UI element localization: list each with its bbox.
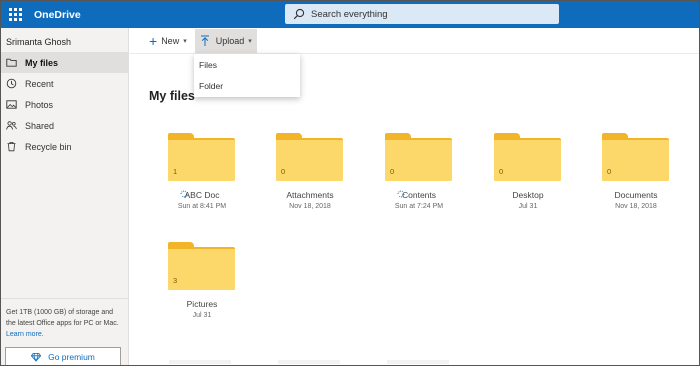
folder-tile-contents[interactable]: 0 Contents Sun at 7:24 PM: [372, 133, 476, 221]
folder-date: Sun at 7:24 PM: [394, 203, 444, 210]
loading-placeholder: [169, 360, 231, 364]
photo-icon: [5, 99, 17, 111]
top-bar: OneDrive: [1, 1, 699, 28]
storage-text: Get 1TB (1000 GB) of storage and the lat…: [6, 309, 119, 327]
chevron-down-icon: ▾: [248, 37, 252, 45]
item-count: 0: [607, 167, 612, 176]
folder-icon: 3: [168, 242, 235, 290]
upload-label: Upload: [215, 35, 245, 46]
search-box[interactable]: [285, 4, 559, 24]
upload-menu: Files Folder: [194, 54, 300, 97]
item-count: 0: [499, 167, 504, 176]
trash-icon: [5, 141, 17, 153]
search-icon: [293, 8, 305, 20]
go-premium-label: Go premium: [48, 351, 95, 362]
folder-name: ABC Doc: [184, 190, 220, 200]
folder-icon: 0: [494, 133, 561, 181]
loading-placeholder: [278, 360, 340, 364]
folder-name: Pictures: [186, 299, 218, 309]
people-icon: [5, 120, 17, 132]
folder-name: Desktop: [512, 190, 544, 200]
sidebar-item-label: Photos: [25, 99, 54, 110]
item-count: 1: [173, 167, 178, 176]
clock-icon: [5, 78, 17, 90]
storage-promo: Get 1TB (1000 GB) of storage and the lat…: [1, 298, 128, 340]
new-label: New: [161, 35, 180, 46]
folder-icon: [5, 57, 17, 69]
page-title: My files: [149, 89, 195, 103]
sidebar-item-recent[interactable]: Recent: [1, 73, 128, 94]
search-input[interactable]: [311, 8, 551, 20]
folder-tile-attachments[interactable]: 0 Attachments Nov 18, 2018: [263, 133, 367, 221]
sidebar: Srimanta Ghosh My files Recent Photos Sh…: [1, 28, 129, 365]
sidebar-item-label: My files: [25, 57, 59, 68]
folder-icon: 0: [602, 133, 669, 181]
onedrive-window: OneDrive Srimanta Ghosh My files Recent: [0, 0, 700, 366]
menu-item-files[interactable]: Files: [194, 54, 300, 75]
folder-date: Nov 18, 2018: [289, 203, 331, 210]
folder-date: Sun at 8:41 PM: [177, 203, 227, 210]
app-launcher-icon[interactable]: [5, 5, 25, 25]
folder-date: Jul 31: [192, 312, 212, 319]
upload-button[interactable]: Upload ▾: [194, 28, 257, 53]
sidebar-item-photos[interactable]: Photos: [1, 94, 128, 115]
folder-icon: 0: [276, 133, 343, 181]
learn-more-link[interactable]: Learn more.: [6, 331, 44, 338]
item-count: 3: [173, 276, 178, 285]
folder-date: Jul 31: [518, 203, 538, 210]
folder-tile-desktop[interactable]: 0 Desktop Jul 31: [481, 133, 585, 221]
folder-date: Nov 18, 2018: [615, 203, 657, 210]
item-count: 0: [390, 167, 395, 176]
go-premium-button[interactable]: Go premium: [5, 347, 121, 365]
folder-icon: 1: [168, 133, 235, 181]
folder-icon: 0: [385, 133, 452, 181]
diamond-icon: [31, 352, 42, 362]
upload-icon: [200, 35, 209, 46]
item-count: 0: [281, 167, 286, 176]
folder-name: Documents: [614, 190, 658, 200]
sidebar-item-label: Recycle bin: [25, 141, 72, 152]
folder-name: Attachments: [286, 190, 334, 200]
loading-placeholder: [387, 360, 449, 364]
folder-name: Contents: [401, 190, 437, 200]
sidebar-item-label: Shared: [25, 120, 55, 131]
sidebar-item-recycle-bin[interactable]: Recycle bin: [1, 136, 128, 157]
folder-tile-documents[interactable]: 0 Documents Nov 18, 2018: [589, 133, 693, 221]
sidebar-item-my-files[interactable]: My files: [1, 52, 128, 73]
command-bar: + New ▾ Upload ▾: [130, 28, 699, 54]
sidebar-item-shared[interactable]: Shared: [1, 115, 128, 136]
chevron-down-icon: ▾: [183, 37, 187, 45]
user-name: Srimanta Ghosh: [6, 37, 72, 47]
menu-item-folder[interactable]: Folder: [194, 75, 300, 96]
plus-icon: +: [149, 32, 158, 49]
folder-tile-abc-doc[interactable]: 1 ABC Doc Sun at 8:41 PM: [155, 133, 259, 221]
folder-tile-pictures[interactable]: 3 Pictures Jul 31: [155, 242, 259, 330]
sidebar-item-label: Recent: [25, 78, 54, 89]
new-button[interactable]: + New ▾: [144, 29, 192, 53]
app-title[interactable]: OneDrive: [34, 9, 81, 21]
